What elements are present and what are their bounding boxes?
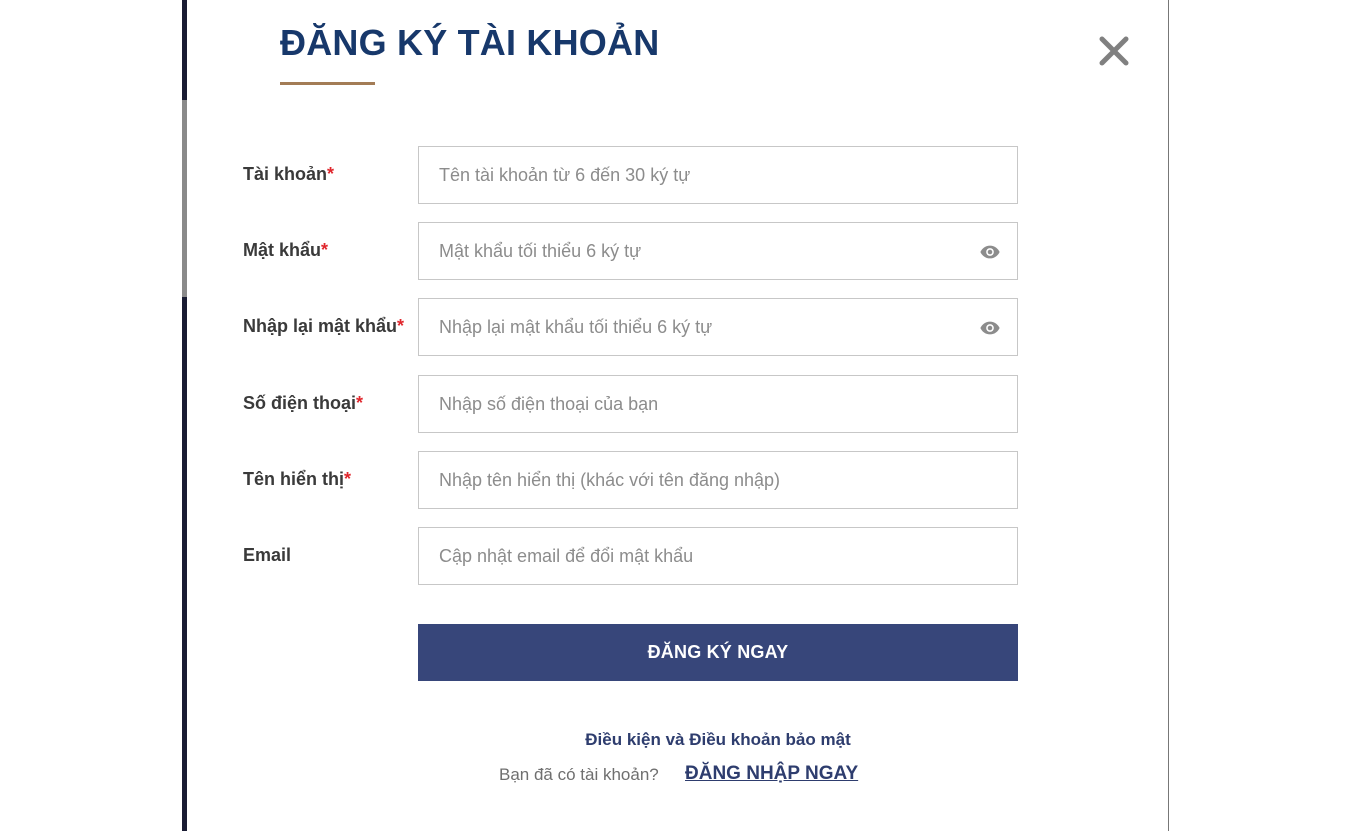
- required-marker: *: [397, 316, 405, 336]
- close-button[interactable]: [1097, 34, 1131, 68]
- password-input[interactable]: [419, 223, 1017, 279]
- eye-icon[interactable]: [979, 317, 1001, 339]
- form-row-email: Email: [243, 527, 1023, 585]
- display-name-input[interactable]: [419, 452, 1017, 508]
- email-input[interactable]: [419, 528, 1017, 584]
- form-row-password: Mật khẩu*: [243, 222, 1023, 280]
- display-name-label-text: Tên hiển thị: [243, 469, 344, 489]
- have-account-text: Bạn đã có tài khoản?: [499, 765, 659, 784]
- email-field-wrap: [418, 527, 1018, 585]
- confirm-password-label: Nhập lại mật khẩu*: [243, 298, 404, 356]
- display-name-field-wrap: [418, 451, 1018, 509]
- email-label: Email: [243, 527, 291, 585]
- required-marker: *: [321, 240, 329, 260]
- form-row-confirm-password: Nhập lại mật khẩu*: [243, 298, 1023, 356]
- password-label-text: Mật khẩu: [243, 240, 322, 260]
- phone-label: Số điện thoại*: [243, 375, 363, 433]
- username-input[interactable]: [419, 147, 1017, 203]
- confirm-password-input[interactable]: [419, 299, 1017, 355]
- login-link[interactable]: ĐĂNG NHẬP NGAY: [685, 763, 858, 785]
- required-marker: *: [344, 469, 352, 489]
- register-button[interactable]: ĐĂNG KÝ NGAY: [418, 624, 1018, 681]
- eye-icon[interactable]: [979, 241, 1001, 263]
- confirm-password-field-wrap: [418, 298, 1018, 356]
- username-field-wrap: [418, 146, 1018, 204]
- register-modal: ĐĂNG KÝ TÀI KHOẢN Tài khoản* Mật khẩu* N…: [187, 0, 1169, 831]
- confirm-password-label-text: Nhập lại mật khẩu: [243, 316, 398, 336]
- password-label: Mật khẩu*: [243, 222, 328, 280]
- phone-field-wrap: [418, 375, 1018, 433]
- email-label-text: Email: [243, 545, 292, 565]
- close-icon: [1099, 36, 1129, 66]
- required-marker: *: [327, 164, 335, 184]
- form-row-phone: Số điện thoại*: [243, 375, 1023, 433]
- form-row-display-name: Tên hiển thị*: [243, 451, 1023, 509]
- username-label-text: Tài khoản: [243, 164, 328, 184]
- required-marker: *: [356, 393, 364, 413]
- title-underline: [280, 82, 375, 85]
- modal-title: ĐĂNG KÝ TÀI KHOẢN: [280, 22, 660, 63]
- password-field-wrap: [418, 222, 1018, 280]
- background-page: [0, 0, 187, 831]
- terms-link[interactable]: Điều kiện và Điều khoản bảo mật: [187, 730, 1249, 750]
- phone-label-text: Số điện thoại: [243, 393, 357, 413]
- phone-input[interactable]: [419, 376, 1017, 432]
- form-row-username: Tài khoản*: [243, 146, 1023, 204]
- username-label: Tài khoản*: [243, 146, 334, 204]
- display-name-label: Tên hiển thị*: [243, 451, 351, 509]
